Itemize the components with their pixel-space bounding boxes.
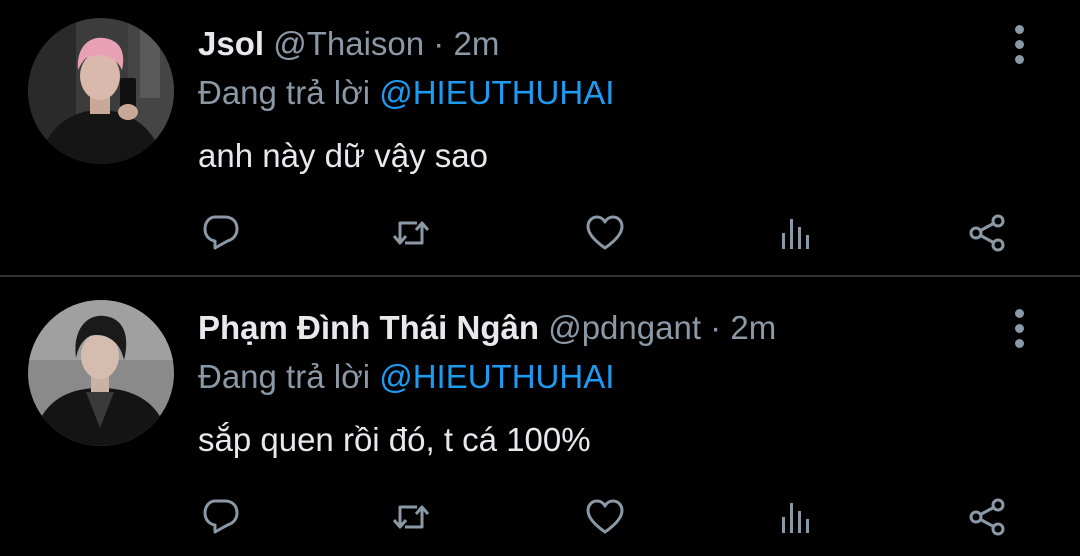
display-name[interactable]: Jsol <box>198 25 264 62</box>
more-dot-icon <box>1015 40 1024 49</box>
like-button[interactable] <box>580 494 630 540</box>
replying-to: Đang trả lời @HIEUTHUHAI <box>198 356 614 398</box>
retweet-button[interactable] <box>386 210 436 256</box>
tweet-actions <box>0 494 1080 540</box>
user-handle[interactable]: @Thaison <box>273 25 424 62</box>
reply-icon <box>203 499 239 534</box>
tweet-actions <box>0 210 1080 256</box>
tweet[interactable]: Jsol @Thaison · 2m Đang trả lời @HIEUTHU… <box>0 0 1080 275</box>
display-name[interactable]: Phạm Đình Thái Ngân <box>198 309 539 346</box>
reply-icon <box>203 215 239 250</box>
tweet-divider <box>0 275 1080 277</box>
like-icon <box>586 215 624 250</box>
more-options-button[interactable] <box>1000 22 1040 68</box>
more-dot-icon <box>1015 339 1024 348</box>
stats-icon <box>782 503 809 533</box>
view-stats-button[interactable] <box>771 210 821 256</box>
retweet-icon <box>392 221 430 245</box>
timestamp[interactable]: 2m <box>730 309 776 346</box>
more-dot-icon <box>1015 309 1024 318</box>
more-dot-icon <box>1015 324 1024 333</box>
more-dot-icon <box>1015 25 1024 34</box>
tweet-header: Phạm Đình Thái Ngân @pdngant · 2m <box>198 308 776 348</box>
separator-dot: · <box>433 25 445 62</box>
more-options-button[interactable] <box>1000 306 1040 352</box>
tweet-header: Jsol @Thaison · 2m <box>198 24 499 64</box>
avatar-image <box>28 300 174 446</box>
stats-icon <box>782 219 809 249</box>
reply-button[interactable] <box>196 210 246 256</box>
tweet[interactable]: Phạm Đình Thái Ngân @pdngant · 2m Đang t… <box>0 278 1080 556</box>
view-stats-button[interactable] <box>771 494 821 540</box>
avatar[interactable] <box>28 18 174 164</box>
tweet-text: anh này dữ vậy sao <box>198 137 488 174</box>
replying-to-label: Đang trả lời <box>198 74 371 111</box>
user-handle[interactable]: @pdngant <box>548 309 701 346</box>
replying-to: Đang trả lời @HIEUTHUHAI <box>198 72 614 114</box>
like-button[interactable] <box>580 210 630 256</box>
retweet-icon <box>392 505 430 529</box>
replying-to-label: Đang trả lời <box>198 358 371 395</box>
timestamp[interactable]: 2m <box>453 25 499 62</box>
tweet-text: sắp quen rồi đó, t cá 100% <box>198 421 591 458</box>
reply-button[interactable] <box>196 494 246 540</box>
share-icon <box>969 214 1005 252</box>
avatar-image <box>28 18 174 164</box>
separator-dot: · <box>710 309 722 346</box>
retweet-button[interactable] <box>386 494 436 540</box>
more-dot-icon <box>1015 55 1024 64</box>
avatar[interactable] <box>28 300 174 446</box>
replying-to-mention[interactable]: @HIEUTHUHAI <box>379 358 614 395</box>
share-button[interactable] <box>962 210 1012 256</box>
share-button[interactable] <box>962 494 1012 540</box>
share-icon <box>969 498 1005 536</box>
like-icon <box>586 499 624 534</box>
replying-to-mention[interactable]: @HIEUTHUHAI <box>379 74 614 111</box>
